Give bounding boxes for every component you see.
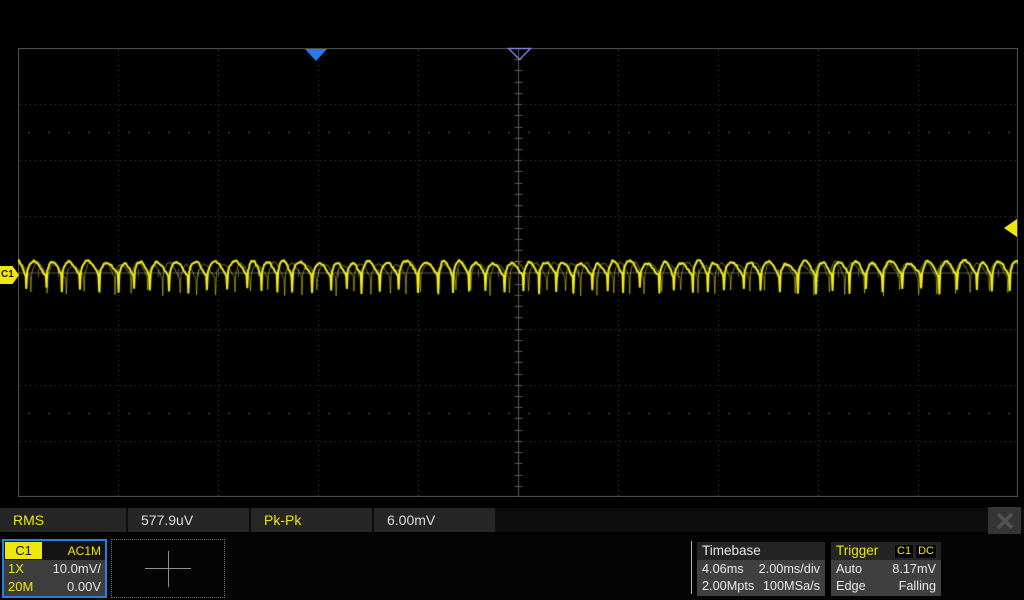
close-measurements-button[interactable] (988, 507, 1021, 535)
close-icon (996, 512, 1013, 530)
trigger-type: Edge (836, 579, 866, 593)
panel-separator (691, 541, 692, 594)
trigger-position-marker[interactable] (305, 49, 327, 61)
trigger-mode: Auto (836, 562, 863, 576)
measurement-bar: RMS 577.9uV Pk-Pk 6.00mV (0, 508, 1024, 532)
measurement-pkpk-label[interactable]: Pk-Pk (251, 508, 372, 532)
channel1-bandwidth: 20M (8, 579, 34, 594)
measurement-rms-label[interactable]: RMS (0, 508, 126, 532)
timebase-delay: 4.06ms (702, 562, 744, 576)
trigger-level: 8.17mV (892, 562, 936, 576)
timebase-points: 2.00Mpts (702, 579, 755, 593)
timebase-delay-row: 4.06ms 2.00ms/div (697, 561, 825, 578)
channel1-panel[interactable]: C1 AC1M 1X 10.0mV/ 20M 0.00V (2, 539, 107, 598)
trigger-mode-row: Auto 8.17mV (831, 561, 941, 578)
channel1-coupling: AC1M (67, 543, 101, 558)
trigger-coupling-badge: DC (916, 544, 936, 558)
channel-offset-tag[interactable]: C1 (0, 266, 19, 284)
channel1-offset-row: 20M 0.00V (4, 578, 105, 596)
timebase-header: Timebase (697, 542, 825, 560)
waveform-display[interactable] (18, 48, 1018, 497)
timebase-samplerate: 100MSa/s (762, 579, 820, 593)
channel1-scale-row: 1X 10.0mV/ (4, 560, 105, 578)
trigger-level-marker[interactable] (1004, 219, 1017, 237)
trigger-header: Trigger C1 DC (831, 542, 941, 560)
oscilloscope-screen: C1 RMS 577.9uV Pk-Pk 6.00mV C1 AC1M 1X 1… (0, 0, 1024, 600)
trigger-title: Trigger (836, 543, 879, 558)
measurement-rms-value[interactable]: 577.9uV (128, 508, 249, 532)
trigger-zero-reference-marker (507, 47, 532, 61)
measurement-pkpk-value[interactable]: 6.00mV (374, 508, 495, 532)
channel1-badge: C1 (5, 542, 42, 559)
channel1-offset: 0.00V (67, 579, 101, 594)
add-channel-placeholder[interactable] (111, 539, 225, 598)
timebase-panel[interactable]: Timebase 4.06ms 2.00ms/div 2.00Mpts 100M… (697, 542, 825, 596)
timebase-sample-row: 2.00Mpts 100MSa/s (697, 578, 825, 595)
channel1-scale: 10.0mV/ (52, 561, 101, 576)
trigger-panel[interactable]: Trigger C1 DC Auto 8.17mV Edge Falling (831, 542, 941, 596)
plus-icon (168, 551, 169, 587)
trigger-type-row: Edge Falling (831, 578, 941, 595)
trigger-source-badge: C1 (895, 544, 914, 558)
channel1-probe: 1X (8, 561, 24, 576)
channel1-header: C1 AC1M (4, 541, 105, 560)
timebase-scale: 2.00ms/div (758, 562, 820, 576)
trigger-slope: Falling (898, 579, 936, 593)
status-bar: C1 AC1M 1X 10.0mV/ 20M 0.00V Timebase 4.… (0, 534, 1024, 600)
